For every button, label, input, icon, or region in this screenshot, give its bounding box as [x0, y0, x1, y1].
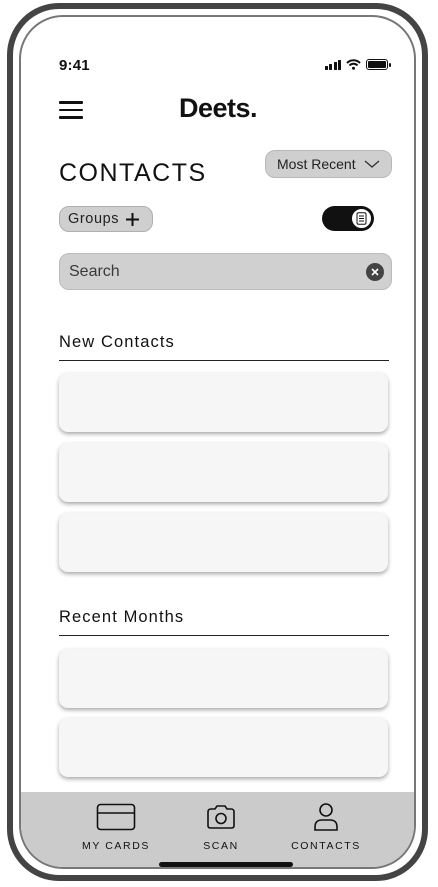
- wifi-icon: [346, 59, 361, 70]
- hamburger-menu-button[interactable]: [59, 98, 85, 122]
- status-time: 9:41: [59, 57, 90, 74]
- hamburger-icon-line: [59, 101, 83, 104]
- groups-label: Groups: [68, 211, 120, 227]
- view-toggle[interactable]: [322, 206, 374, 231]
- sort-label: Most Recent: [277, 156, 356, 172]
- sort-dropdown[interactable]: Most Recent: [265, 150, 392, 178]
- clear-search-button[interactable]: [366, 263, 384, 281]
- tab-label-scan: SCAN: [203, 840, 239, 852]
- tab-scan[interactable]: SCAN: [171, 800, 271, 852]
- tab-my-cards[interactable]: MY CARDS: [66, 800, 166, 852]
- groups-button[interactable]: Groups: [59, 206, 153, 232]
- tab-label-contacts: CONTACTS: [291, 840, 361, 852]
- card-icon: [96, 803, 136, 831]
- hamburger-icon-line: [59, 116, 83, 119]
- contact-card[interactable]: [59, 443, 388, 502]
- tab-contacts[interactable]: CONTACTS: [276, 800, 376, 852]
- camera-icon: [207, 805, 235, 829]
- tab-bar: MY CARDS SCAN CONTACTS: [21, 792, 414, 867]
- battery-icon: [366, 59, 391, 70]
- plus-icon: [126, 212, 140, 226]
- close-icon: [371, 268, 379, 276]
- contact-card[interactable]: [59, 373, 388, 432]
- phone-screen-border: 9:41 Deets. CONTACTS Most Recent Groups …: [19, 15, 416, 869]
- search-input[interactable]: [60, 254, 350, 289]
- person-icon: [314, 803, 338, 831]
- section-header-recent-months: Recent Months: [59, 608, 389, 636]
- app-logo: Deets.: [179, 93, 258, 123]
- hamburger-icon-line: [59, 108, 83, 112]
- section-header-new-contacts: New Contacts: [59, 333, 389, 361]
- phone-frame: 9:41 Deets. CONTACTS Most Recent Groups …: [7, 3, 428, 881]
- cellular-signal-icon: [324, 59, 341, 70]
- toggle-knob: [351, 208, 372, 229]
- document-icon: [356, 212, 367, 225]
- home-indicator[interactable]: [159, 862, 293, 867]
- app-screen: 9:41 Deets. CONTACTS Most Recent Groups …: [21, 17, 414, 867]
- contact-card[interactable]: [59, 718, 388, 777]
- chevron-down-icon: [364, 160, 380, 168]
- tab-label-my-cards: MY CARDS: [81, 840, 151, 852]
- status-icons: [324, 59, 391, 70]
- contact-card[interactable]: [59, 649, 388, 708]
- search-bar[interactable]: [59, 253, 392, 290]
- contact-card[interactable]: [59, 513, 388, 572]
- page-title: CONTACTS: [59, 159, 207, 187]
